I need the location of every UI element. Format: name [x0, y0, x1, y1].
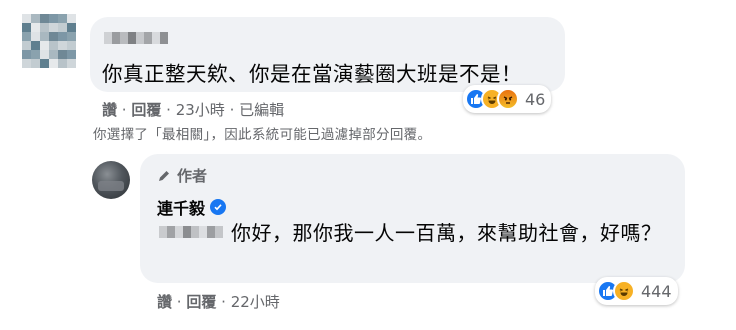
- avatar-pixel: [40, 14, 49, 23]
- avatar-pixel: [49, 41, 58, 50]
- comment-timestamp[interactable]: 23小時: [176, 101, 225, 119]
- avatar-pixel: [40, 23, 49, 32]
- avatar-pixel: [67, 23, 76, 32]
- avatar-pixel: [49, 50, 58, 59]
- angry-reaction-icon: [497, 88, 519, 110]
- avatar-pixel: [22, 23, 31, 32]
- avatar-pixel: [58, 14, 67, 23]
- avatar-pixel: [58, 32, 67, 41]
- avatar-pixel: [49, 32, 58, 41]
- avatar-pixel: [58, 59, 67, 68]
- avatar-pixel: [67, 14, 76, 23]
- reply-reply-button[interactable]: 回覆: [186, 293, 216, 311]
- reply-reactions[interactable]: 444: [595, 277, 678, 305]
- reply-text: 你好，那你我一人一百萬，來幫助社會，好嗎？: [231, 221, 662, 245]
- avatar-pixel: [31, 41, 40, 50]
- avatar-pixel: [67, 41, 76, 50]
- author-name[interactable]: 連千毅: [157, 195, 205, 219]
- blurred-commenter-name[interactable]: [104, 32, 168, 44]
- comment-actions: 讚 · 回覆 · 23小時 · 已編輯: [102, 101, 285, 119]
- avatar-pixel: [58, 41, 67, 50]
- avatar-pixel: [22, 59, 31, 68]
- reply-actions: 讚 · 回覆 · 22小時: [157, 293, 280, 311]
- avatar-pixel: [22, 50, 31, 59]
- reply-timestamp[interactable]: 22小時: [231, 293, 280, 311]
- filter-notice: 你選擇了「最相關」，因此系統可能已過濾掉部分回覆。: [93, 127, 432, 143]
- commenter-avatar[interactable]: [22, 14, 76, 68]
- author-badge-label: 作者: [177, 167, 208, 185]
- avatar-pixel: [40, 41, 49, 50]
- avatar-pixel: [31, 14, 40, 23]
- reply-like-button[interactable]: 讚: [157, 293, 172, 311]
- avatar-pixel: [31, 23, 40, 32]
- avatar-pixel: [40, 59, 49, 68]
- avatar-pixel: [67, 59, 76, 68]
- comment-reactions[interactable]: 46: [463, 85, 552, 113]
- avatar-pixel: [40, 32, 49, 41]
- verified-badge-icon: [210, 199, 227, 215]
- avatar-pixel: [31, 32, 40, 41]
- comment-bubble: 你真正整天欸、你是在當演藝圈大班是不是！: [90, 17, 565, 92]
- avatar-pixel: [31, 50, 40, 59]
- avatar-pixel: [58, 50, 67, 59]
- avatar-pixel: [49, 59, 58, 68]
- reply-bubble: 作者 連千毅 你好，那你我一人一百萬，來幫助社會，好嗎？: [140, 154, 685, 283]
- comment-like-button[interactable]: 讚: [102, 101, 117, 119]
- author-avatar[interactable]: [92, 161, 130, 199]
- avatar-pixel: [22, 32, 31, 41]
- avatar-pixel: [49, 14, 58, 23]
- author-name-row: 連千毅: [157, 195, 227, 219]
- haha-reaction-icon: [613, 280, 635, 302]
- avatar-pixel: [67, 50, 76, 59]
- comment-reply-button[interactable]: 回覆: [131, 101, 161, 119]
- avatar-pixel: [22, 14, 31, 23]
- avatar-pixel: [40, 50, 49, 59]
- avatar-pixel: [58, 23, 67, 32]
- avatar-pixel: [22, 41, 31, 50]
- comment-reaction-count: 46: [525, 89, 546, 109]
- avatar-pixel: [31, 59, 40, 68]
- pen-icon: [159, 170, 169, 181]
- author-badge: 作者: [157, 165, 207, 186]
- comment-text: 你真正整天欸、你是在當演藝圈大班是不是！: [102, 62, 522, 86]
- avatar-pixel: [49, 23, 58, 32]
- reply-reaction-count: 444: [641, 281, 672, 301]
- comment-edited-label[interactable]: 已編輯: [239, 101, 284, 119]
- avatar-pixel: [67, 32, 76, 41]
